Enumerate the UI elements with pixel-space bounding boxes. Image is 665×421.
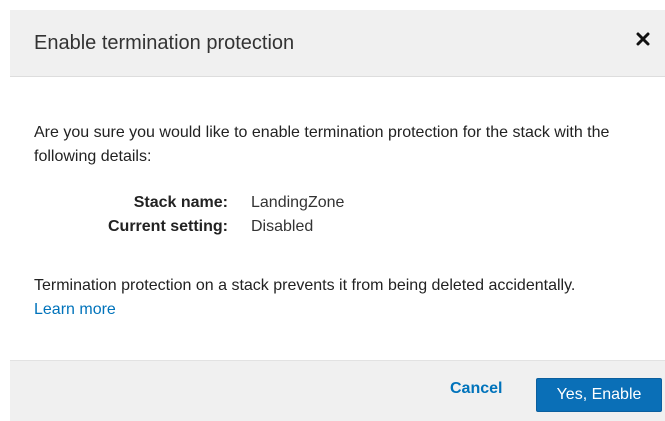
- yes-enable-button[interactable]: Yes, Enable: [536, 378, 662, 412]
- detail-value: LandingZone: [251, 194, 345, 211]
- dialog-footer: Cancel Yes, Enable: [10, 360, 665, 421]
- close-button[interactable]: [631, 28, 655, 54]
- dialog-header: Enable termination protection: [10, 10, 665, 77]
- intro-text: Are you sure you would like to enable te…: [34, 124, 610, 165]
- dialog-body: Are you sure you would like to enable te…: [34, 121, 644, 318]
- cancel-button[interactable]: Cancel: [450, 380, 502, 398]
- detail-key: Stack name:: [133, 194, 228, 211]
- termination-protection-dialog: Enable termination protection Are you su…: [0, 0, 665, 421]
- detail-value: Disabled: [251, 218, 314, 235]
- note-sentence: Termination protection on a stack preven…: [34, 277, 576, 294]
- detail-key: Current setting:: [108, 218, 228, 235]
- learn-more-link[interactable]: Learn more: [34, 301, 116, 318]
- close-icon: [636, 32, 650, 51]
- note-text: Termination protection on a stack preven…: [34, 274, 654, 322]
- dialog-title: Enable termination protection: [34, 32, 295, 54]
